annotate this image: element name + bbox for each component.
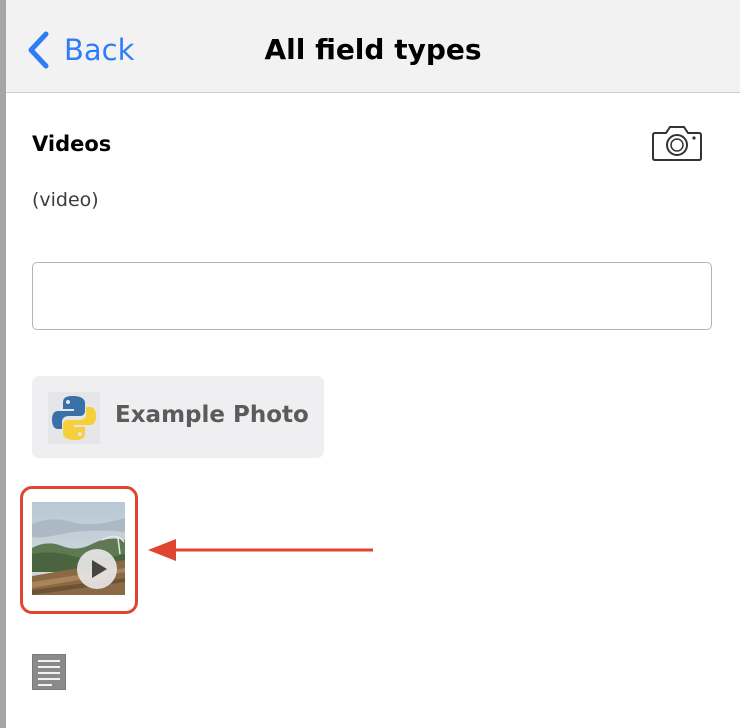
field-label: Videos [32,132,112,156]
document-icon[interactable] [32,654,66,694]
example-photo-label: Example Photo [115,402,309,428]
window-left-edge [0,0,6,728]
python-logo-icon [48,392,100,444]
video-thumbnail[interactable] [32,502,125,595]
field-type-hint: (video) [32,189,99,211]
play-icon [76,548,118,594]
page-title: All field types [264,33,482,66]
arrow-left-icon [148,538,374,566]
example-photo-button[interactable]: Example Photo [32,376,324,458]
video-text-input[interactable] [32,262,712,330]
navigation-bar: Back All field types [6,0,740,93]
camera-icon[interactable] [651,124,703,166]
